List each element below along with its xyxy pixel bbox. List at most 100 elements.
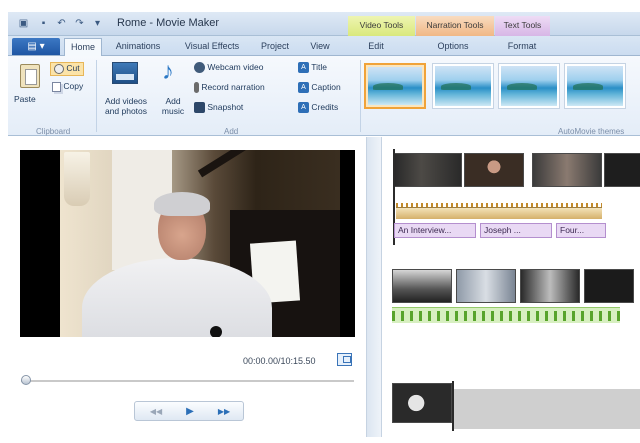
video-clip[interactable]: [394, 153, 462, 187]
video-clip[interactable]: [464, 153, 524, 187]
video-person-hair: [154, 192, 210, 216]
microphone-icon: [194, 82, 199, 94]
tab-animations[interactable]: Animations: [108, 38, 168, 56]
automovie-theme-3[interactable]: [498, 63, 560, 109]
music-track[interactable]: [396, 207, 602, 219]
add-videos-photos-icon: [112, 62, 138, 84]
snapshot-button[interactable]: Snapshot: [194, 102, 244, 114]
play-button[interactable]: ▶: [179, 405, 201, 418]
paste-icon: [20, 64, 40, 88]
caption-clip[interactable]: Four...: [556, 223, 606, 238]
storyboard-pane: An Interview... Joseph ... Four...: [382, 137, 640, 437]
copy-icon: [52, 81, 61, 92]
scissors-icon: [54, 63, 64, 74]
playback-controls: ◀◀ ▶ ▶▶: [134, 401, 244, 421]
video-clip[interactable]: [532, 153, 602, 187]
theme-thumbnail: [368, 67, 422, 105]
title-button[interactable]: A Title: [298, 62, 327, 74]
video-clip[interactable]: [520, 269, 580, 303]
title-icon: A: [298, 62, 309, 74]
group-separator: [96, 60, 97, 132]
paste-button[interactable]: Paste: [8, 56, 48, 116]
theme-thumbnail: [567, 66, 623, 106]
video-clip[interactable]: [584, 269, 634, 303]
tab-format[interactable]: Format: [498, 38, 546, 56]
empty-storyboard-area: [454, 389, 640, 429]
qat-dropdown-icon[interactable]: ▾: [92, 18, 103, 29]
credits-icon: A: [298, 102, 309, 114]
window-title: Rome - Movie Maker: [117, 17, 220, 29]
theme-thumbnail: [435, 66, 491, 106]
fullscreen-preview-button[interactable]: [337, 353, 352, 366]
credits-button[interactable]: A Credits: [298, 102, 339, 114]
add-videos-and-photos-button[interactable]: Add videos and photos: [100, 56, 152, 122]
automovie-theme-4[interactable]: [564, 63, 626, 109]
automovie-theme-2[interactable]: [432, 63, 494, 109]
caption-button[interactable]: A Caption: [298, 82, 341, 94]
theme-thumbnail: [501, 66, 557, 106]
undo-icon[interactable]: ↶: [56, 18, 67, 29]
video-lamp: [64, 152, 90, 206]
copy-button[interactable]: Copy: [52, 81, 83, 95]
tab-home[interactable]: Home: [64, 38, 102, 56]
record-narration-button[interactable]: Record narration: [194, 82, 265, 94]
video-clip[interactable]: [456, 269, 516, 303]
seek-thumb[interactable]: [21, 375, 31, 385]
cut-label: Cut: [66, 63, 80, 73]
file-menu-icon: ▤ ▾: [27, 41, 45, 52]
save-icon[interactable]: ▪: [38, 18, 49, 29]
webcam-label: Webcam video: [207, 62, 264, 72]
redo-icon[interactable]: ↷: [74, 18, 85, 29]
ribbon-tab-row: ▤ ▾ Home Animations Visual Effects Proje…: [8, 36, 640, 56]
tab-project[interactable]: Project: [254, 38, 296, 56]
seek-bar[interactable]: [21, 380, 354, 382]
video-lapel-mic: [210, 326, 222, 337]
video-preview[interactable]: [20, 150, 355, 337]
add-videos-label-2: and photos: [104, 106, 148, 116]
caption-icon: A: [298, 82, 309, 94]
music-note-icon: ♪: [162, 58, 174, 85]
add-music-button[interactable]: ♪ Add music: [156, 56, 190, 122]
narration-track-waveform: [392, 311, 620, 321]
caption-label: Caption: [311, 82, 341, 92]
video-clip[interactable]: [392, 383, 452, 423]
webcam-icon: [194, 62, 205, 74]
add-music-label-1: Add: [165, 96, 181, 106]
context-group-text-tools: Text Tools: [495, 16, 550, 36]
preview-pane: 00:00.00/10:15.50 ◀◀ ▶ ▶▶: [8, 137, 366, 437]
tab-options[interactable]: Options: [428, 38, 478, 56]
context-group-narration-tools: Narration Tools: [416, 16, 494, 36]
title-label: Title: [311, 62, 327, 72]
video-clip[interactable]: [604, 153, 640, 187]
ribbon-home: Paste Cut Copy Clipboard Add videos and …: [8, 56, 640, 136]
timecode-display: 00:00.00/10:15.50: [243, 356, 316, 366]
file-menu-button[interactable]: ▤ ▾: [12, 38, 60, 55]
webcam-video-button[interactable]: Webcam video: [194, 62, 264, 74]
group-separator: [360, 60, 361, 132]
tab-view[interactable]: View: [304, 38, 336, 56]
pane-splitter[interactable]: [366, 137, 382, 437]
video-clip[interactable]: [392, 269, 452, 303]
app-menu-icon[interactable]: ▣: [18, 18, 29, 29]
copy-label: Copy: [63, 81, 84, 91]
caption-clip[interactable]: An Interview...: [394, 223, 476, 238]
snapshot-label: Snapshot: [207, 102, 244, 112]
group-label-automovie: AutoMovie themes: [558, 127, 625, 136]
automovie-theme-1[interactable]: [364, 63, 426, 109]
record-narration-label: Record narration: [201, 82, 265, 92]
tab-edit[interactable]: Edit: [356, 38, 396, 56]
title-bar: ▣ ▪ ↶ ↷ ▾ Rome - Movie Maker Video Tools…: [8, 12, 640, 36]
previous-frame-button[interactable]: ◀◀: [145, 405, 167, 418]
next-frame-button[interactable]: ▶▶: [213, 405, 235, 418]
snapshot-icon: [194, 102, 205, 114]
context-group-video-tools: Video Tools: [348, 16, 415, 36]
add-videos-label-1: Add videos: [104, 96, 148, 106]
credits-label: Credits: [311, 102, 339, 112]
add-music-label-2: music: [161, 106, 185, 116]
tab-visual-effects[interactable]: Visual Effects: [176, 38, 248, 56]
group-label-clipboard: Clipboard: [36, 127, 71, 136]
caption-clip[interactable]: Joseph ...: [480, 223, 552, 238]
group-label-add: Add: [224, 127, 239, 136]
cut-button[interactable]: Cut: [50, 62, 84, 76]
paste-label: Paste: [14, 94, 36, 104]
